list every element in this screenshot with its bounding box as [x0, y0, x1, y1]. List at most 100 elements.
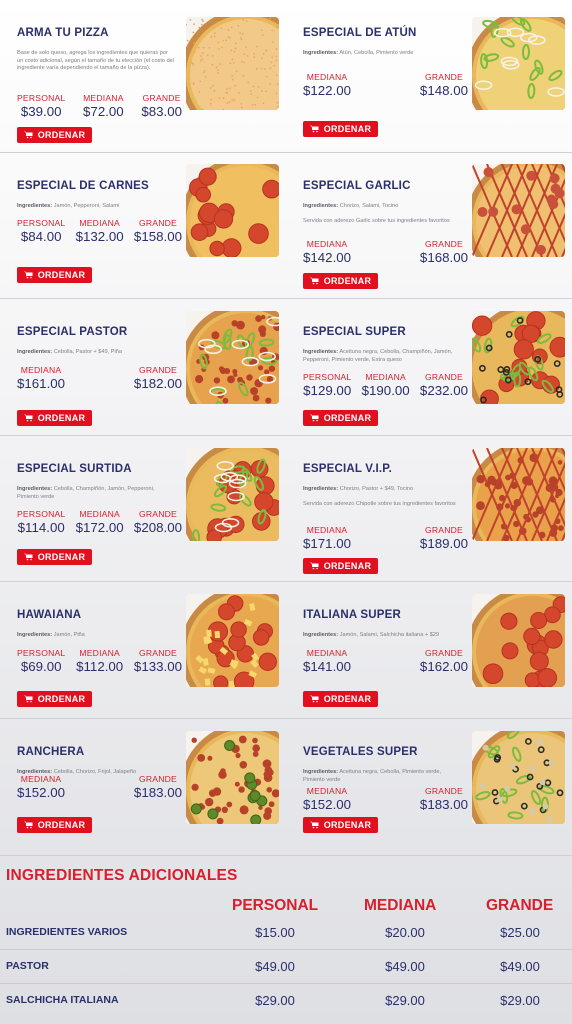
menu-row: ARMA TU PIZZA Base de solo queso, agrega … — [0, 0, 572, 153]
order-button[interactable]: ORDENAR — [17, 817, 92, 833]
size-label: MEDIANA — [306, 239, 348, 249]
ingredients-text: Chorizo, Salami, Tocino — [339, 203, 399, 209]
extras-price-mediana: $49.00 — [385, 959, 425, 974]
order-button[interactable]: ORDENAR — [303, 273, 378, 289]
pizza-photo — [472, 17, 565, 110]
price-grande: GRANDE $208.00 — [134, 509, 182, 535]
pizza-description: Ingredientes: Cebolla, Champiñón, Jamón,… — [17, 486, 175, 501]
price-grande: GRANDE $162.00 — [420, 648, 468, 674]
pizza-image — [186, 731, 279, 824]
pizza-card: ARMA TU PIZZA Base de solo queso, agrega … — [0, 0, 286, 152]
price-personal: PERSONAL $84.00 — [17, 218, 65, 244]
menu-row: RANCHERA Ingredientes: Cebolla, Chorizo, … — [0, 719, 572, 856]
pizza-photo — [186, 594, 279, 687]
size-label: GRANDE — [138, 774, 177, 784]
ingredients-label: Ingredientes: — [303, 349, 339, 355]
pizza-note: Servida con aderezo Chipotle sobre tus i… — [303, 501, 456, 507]
size-label: PERSONAL — [303, 372, 352, 382]
price-value: $112.00 — [76, 659, 124, 674]
pizza-image — [186, 448, 279, 541]
price-value: $148.00 — [419, 83, 468, 98]
extras-price-grande: $49.00 — [500, 959, 540, 974]
price-mediana: MEDIANA $132.00 — [76, 218, 124, 244]
price-mediana: MEDIANA $152.00 — [303, 786, 351, 812]
price-value: $152.00 — [303, 797, 352, 812]
size-label: MEDIANA — [20, 774, 62, 784]
ingredients-text: Cebolla, Pastor + $49, Piña — [53, 349, 122, 355]
order-button[interactable]: ORDENAR — [17, 410, 92, 426]
size-label: GRANDE — [424, 372, 463, 382]
size-label: GRANDE — [424, 239, 463, 249]
pizza-card: RANCHERA Ingredientes: Cebolla, Chorizo, … — [0, 719, 286, 855]
pizza-card: ESPECIAL DE CARNES Ingredientes: Jamón, P… — [0, 153, 286, 298]
order-button[interactable]: ORDENAR — [17, 267, 92, 283]
price-personal: PERSONAL $129.00 — [303, 372, 351, 398]
pizza-photo — [472, 731, 565, 824]
price-mediana: MEDIANA $141.00 — [303, 648, 351, 674]
price-value: $168.00 — [419, 250, 468, 265]
pizza-image — [472, 594, 565, 687]
extras-price-personal: $49.00 — [255, 959, 295, 974]
pizza-card: ESPECIAL PASTOR Ingredientes: Cebolla, Pa… — [0, 299, 286, 435]
size-label: GRANDE — [138, 509, 177, 519]
size-label: GRANDE — [424, 72, 463, 82]
pizza-name: ESPECIAL PASTOR — [17, 326, 128, 338]
pizza-image — [472, 17, 565, 110]
size-label: PERSONAL — [17, 509, 66, 519]
order-button[interactable]: ORDENAR — [303, 558, 378, 574]
cart-icon — [309, 125, 319, 133]
order-button-label: ORDENAR — [323, 413, 372, 423]
order-button[interactable]: ORDENAR — [17, 549, 92, 565]
price-value: $69.00 — [20, 659, 62, 674]
order-button[interactable]: ORDENAR — [303, 410, 378, 426]
ingredients-text: Jamón, Salami, Salchicha italiana + $29 — [339, 632, 440, 638]
pizza-card: ESPECIAL SUPER Ingredientes: Aceituna neg… — [286, 299, 572, 435]
ingredients-label: Ingredientes: — [17, 486, 53, 492]
price-value: $84.00 — [20, 229, 62, 244]
price-list: MEDIANA $171.00 GRANDE $189.00 — [303, 525, 468, 551]
pizza-photo — [472, 164, 565, 257]
order-button[interactable]: ORDENAR — [17, 691, 92, 707]
menu-row: ESPECIAL SURTIDA Ingredientes: Cebolla, C… — [0, 436, 572, 582]
extras-price-grande: $29.00 — [500, 993, 540, 1008]
pizza-description: Ingredientes: Aceituna negra, Cebolla, C… — [303, 349, 461, 364]
price-grande: GRANDE $183.00 — [134, 774, 182, 800]
pizza-card: ITALIANA SUPER Ingredientes: Jamón, Salam… — [286, 582, 572, 718]
pizza-card: HAWAIANA Ingredientes: Jamón, Piña PERSONA… — [0, 582, 286, 718]
price-mediana: MEDIANA $72.00 — [83, 93, 124, 119]
price-list: MEDIANA $152.00 GRANDE $183.00 — [303, 786, 468, 812]
pizza-photo — [186, 311, 279, 404]
price-mediana: MEDIANA $122.00 — [303, 72, 351, 98]
order-button-label: ORDENAR — [37, 413, 86, 423]
pizza-image — [472, 448, 565, 541]
order-button[interactable]: ORDENAR — [303, 817, 378, 833]
order-button-label: ORDENAR — [37, 552, 86, 562]
pizza-name: ESPECIAL DE CARNES — [17, 180, 149, 192]
size-label: MEDIANA — [306, 648, 348, 658]
pizza-image — [186, 164, 279, 257]
price-grande: GRANDE $182.00 — [134, 365, 182, 391]
pizza-name: VEGETALES SUPER — [303, 746, 418, 758]
price-list: MEDIANA $122.00 GRANDE $148.00 — [303, 72, 468, 98]
price-list: PERSONAL $69.00 MEDIANA $112.00 GRANDE $133.0… — [17, 648, 182, 674]
menu-row: ESPECIAL PASTOR Ingredientes: Cebolla, Pa… — [0, 299, 572, 436]
price-value: $132.00 — [75, 229, 124, 244]
size-label: MEDIANA — [20, 365, 62, 375]
pizza-name: HAWAIANA — [17, 609, 82, 621]
size-label: GRANDE — [138, 648, 177, 658]
size-label: MEDIANA — [79, 218, 120, 228]
size-label: MEDIANA — [79, 509, 120, 519]
size-label: PERSONAL — [17, 218, 66, 228]
price-grande: GRANDE $232.00 — [420, 372, 468, 398]
size-label: GRANDE — [424, 648, 463, 658]
price-grande: GRANDE $183.00 — [420, 786, 468, 812]
cart-icon — [309, 277, 319, 285]
price-personal: PERSONAL $39.00 — [17, 93, 65, 119]
price-mediana: MEDIANA $171.00 — [303, 525, 351, 551]
pizza-description: Ingredientes: Atún, Cebolla, Pimiento ve… — [303, 50, 461, 58]
price-value: $72.00 — [83, 104, 124, 119]
order-button[interactable]: ORDENAR — [17, 127, 92, 143]
pizza-photo — [186, 164, 279, 257]
order-button[interactable]: ORDENAR — [303, 121, 378, 137]
order-button[interactable]: ORDENAR — [303, 691, 378, 707]
